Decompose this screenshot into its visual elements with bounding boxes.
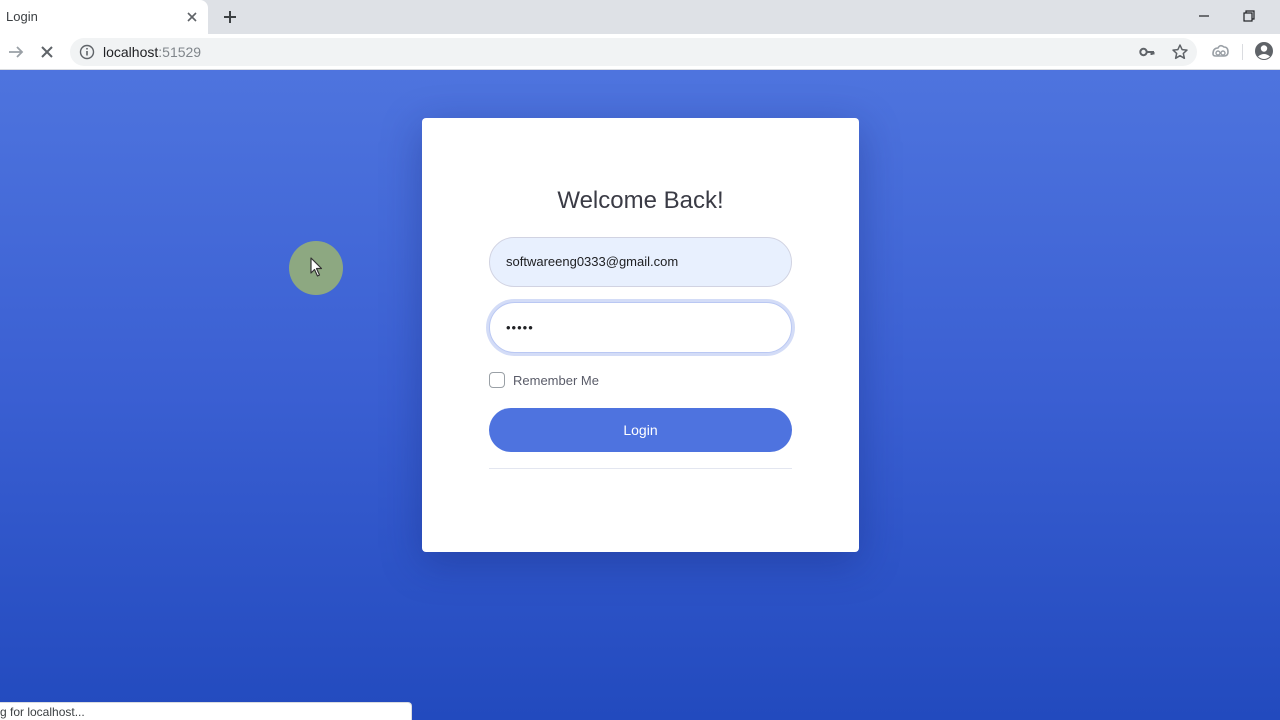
extension-icon[interactable] bbox=[1209, 40, 1231, 62]
profile-icon[interactable] bbox=[1253, 40, 1275, 62]
info-icon[interactable] bbox=[79, 44, 95, 60]
url-host: localhost bbox=[103, 44, 159, 60]
close-icon[interactable] bbox=[183, 8, 201, 26]
tab-title: Login bbox=[6, 9, 38, 24]
key-icon[interactable] bbox=[1138, 43, 1156, 61]
remember-me-checkbox[interactable] bbox=[489, 372, 505, 388]
login-card: Welcome Back! softwareeng0333@gmail.com … bbox=[422, 118, 859, 552]
tab-strip: Login bbox=[0, 0, 1280, 34]
password-field[interactable]: ••••• bbox=[489, 302, 792, 353]
url-port: :51529 bbox=[158, 44, 202, 60]
status-text: g for localhost... bbox=[0, 705, 85, 719]
page-title: Welcome Back! bbox=[557, 187, 724, 214]
login-button[interactable]: Login bbox=[489, 408, 792, 452]
remember-me-label[interactable]: Remember Me bbox=[513, 373, 599, 388]
toolbar-divider bbox=[1242, 44, 1243, 60]
email-field[interactable]: softwareeng0333@gmail.com bbox=[489, 237, 792, 287]
status-bubble: g for localhost... bbox=[0, 702, 412, 720]
page-background: Welcome Back! softwareeng0333@gmail.com … bbox=[0, 71, 1280, 720]
star-icon[interactable] bbox=[1171, 43, 1189, 61]
browser-toolbar: localhost:51529 bbox=[0, 34, 1280, 70]
plus-icon[interactable] bbox=[220, 7, 240, 27]
browser-tab[interactable]: Login bbox=[0, 0, 208, 34]
restore-icon[interactable] bbox=[1239, 6, 1259, 26]
url-text: localhost:51529 bbox=[103, 44, 201, 60]
stop-icon[interactable] bbox=[35, 40, 59, 64]
arrow-right-icon[interactable] bbox=[4, 40, 28, 64]
minimize-icon[interactable] bbox=[1194, 6, 1214, 26]
card-divider bbox=[489, 468, 792, 469]
cursor-icon bbox=[310, 257, 324, 277]
address-bar[interactable]: localhost:51529 bbox=[70, 38, 1197, 66]
